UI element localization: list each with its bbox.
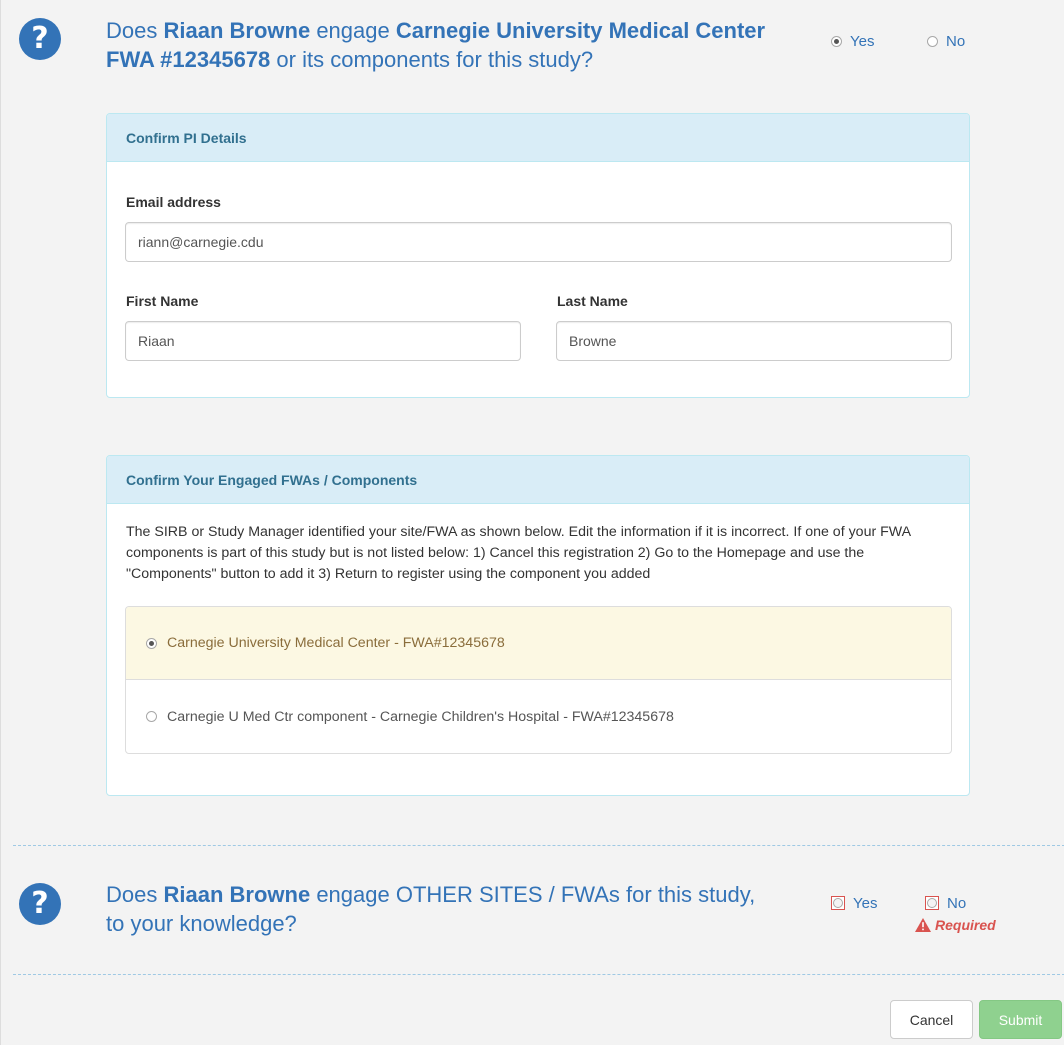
section-divider: [13, 845, 1064, 846]
email-label: Email address: [126, 194, 221, 210]
question-1-no-radio[interactable]: No: [927, 32, 965, 50]
question-2-person: Riaan Browne: [163, 882, 311, 907]
first-name-field[interactable]: [125, 321, 521, 361]
radio-unchecked-icon: [927, 35, 938, 47]
submit-button[interactable]: Submit: [979, 1000, 1062, 1039]
radio-unchecked-icon: [146, 711, 157, 722]
question-circle-icon: ?: [19, 18, 61, 60]
question-1-person: Riaan Browne: [163, 18, 311, 43]
confirm-fwa-panel-heading: Confirm Your Engaged FWAs / Components: [107, 456, 969, 504]
fwa-option-main[interactable]: Carnegie University Medical Center - FWA…: [126, 607, 951, 680]
question-circle-icon: ?: [19, 883, 61, 925]
registration-page: ? Does Riaan Browne engage Carnegie Univ…: [0, 0, 1064, 1045]
question-1-yes-radio[interactable]: Yes: [831, 32, 874, 50]
radio-checked-icon: [146, 637, 157, 649]
question-2-no-radio[interactable]: No: [925, 894, 966, 912]
radio-invalid-icon: [925, 896, 939, 910]
fwa-option-component[interactable]: Carnegie U Med Ctr component - Carnegie …: [126, 680, 951, 753]
confirm-fwa-panel: Confirm Your Engaged FWAs / Components T…: [106, 455, 970, 796]
warning-triangle-icon: [915, 918, 931, 932]
question-2-yes-radio[interactable]: Yes: [831, 894, 877, 912]
confirm-pi-panel: Confirm PI Details Email address First N…: [106, 113, 970, 398]
last-name-label: Last Name: [557, 293, 628, 309]
cancel-button[interactable]: Cancel: [890, 1000, 973, 1039]
confirm-pi-panel-heading: Confirm PI Details: [107, 114, 969, 162]
radio-invalid-icon: [831, 896, 845, 910]
fwa-description: The SIRB or Study Manager identified you…: [126, 524, 911, 582]
required-message: Required: [915, 917, 996, 933]
fwa-options-list: Carnegie University Medical Center - FWA…: [125, 606, 952, 754]
question-2-text: Does Riaan Browne engage OTHER SITES / F…: [106, 882, 756, 936]
radio-checked-icon: [831, 35, 842, 47]
first-name-label: First Name: [126, 293, 199, 309]
section-divider: [13, 974, 1064, 975]
email-field[interactable]: [125, 222, 952, 262]
last-name-field[interactable]: [556, 321, 952, 361]
question-1-text: Does Riaan Browne engage Carnegie Univer…: [106, 18, 766, 72]
